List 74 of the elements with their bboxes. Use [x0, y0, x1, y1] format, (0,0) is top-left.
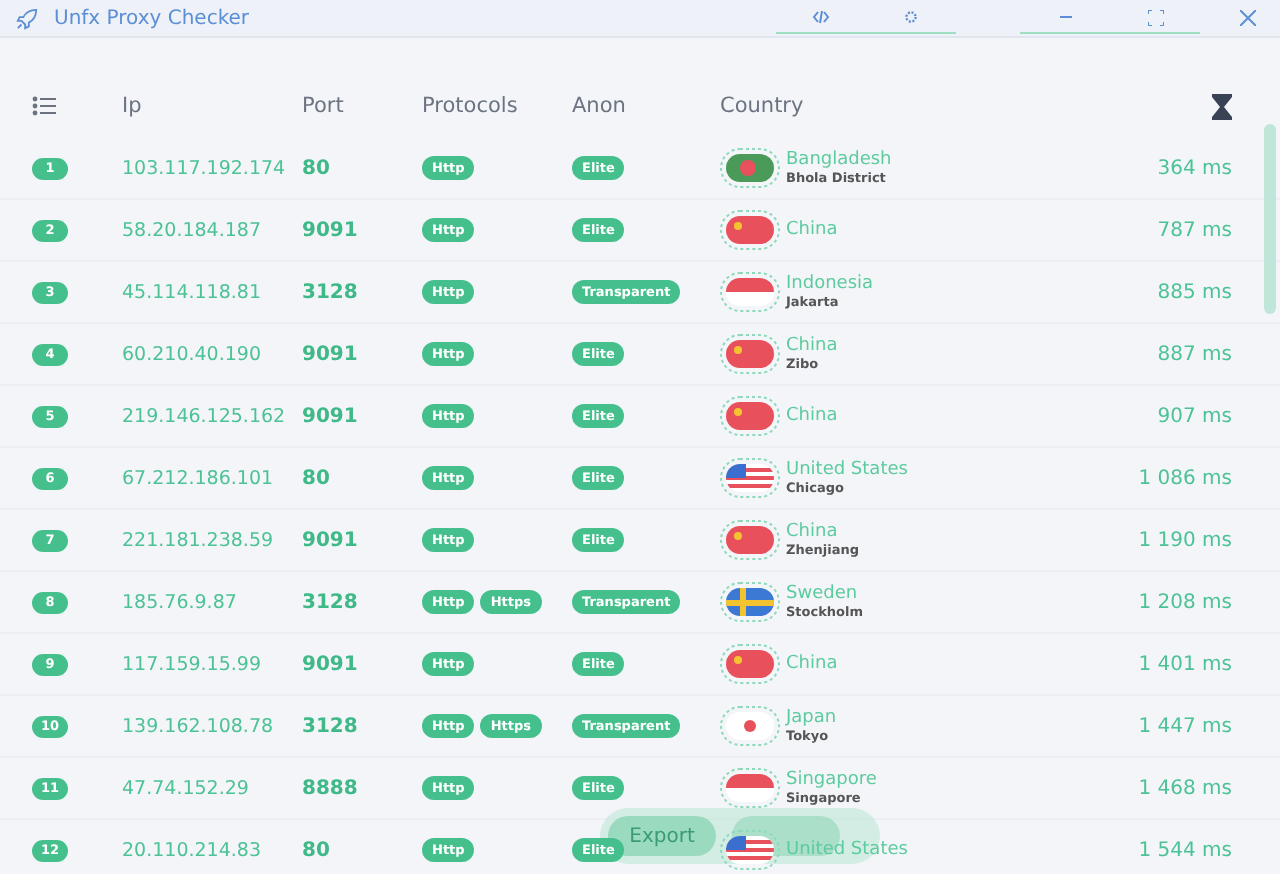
- flag-icon: [720, 148, 780, 188]
- country-name: Bangladesh: [786, 150, 892, 170]
- ip-address: 221.181.238.59: [122, 529, 276, 551]
- flag-icon: [720, 458, 780, 498]
- column-header[interactable]: Ip: [122, 94, 302, 118]
- country-name: China: [786, 406, 838, 426]
- ip-address: 67.212.186.101: [122, 467, 276, 489]
- country-name: Singapore: [786, 770, 877, 790]
- list-icon[interactable]: [32, 96, 56, 116]
- response-time: 887 ms: [1157, 343, 1232, 365]
- port-number: 3128: [302, 715, 360, 737]
- port-number: 9091: [302, 343, 360, 365]
- ip-address: 117.159.15.99: [122, 653, 264, 675]
- response-time: 364 ms: [1157, 157, 1232, 179]
- port-number: 9091: [302, 529, 360, 551]
- window-title: Unfx Proxy Checker: [54, 7, 250, 29]
- flag-icon: [720, 272, 780, 312]
- response-time: 1 190 ms: [1138, 529, 1232, 551]
- country-name: Sweden: [786, 584, 860, 604]
- country-name: China: [786, 336, 838, 356]
- response-time: 885 ms: [1157, 281, 1232, 303]
- ip-address: 139.162.108.78: [122, 715, 276, 737]
- rocket-icon: [16, 7, 38, 29]
- port-number: 3128: [302, 591, 360, 613]
- flag-icon: [720, 210, 780, 250]
- port-number: 9091: [302, 219, 360, 241]
- hourglass-icon[interactable]: [1212, 93, 1232, 119]
- column-header[interactable]: Country: [720, 94, 1212, 118]
- flag-icon: [720, 768, 780, 808]
- response-time: 1 447 ms: [1138, 715, 1232, 737]
- response-time: 1 401 ms: [1138, 653, 1232, 675]
- maximize-icon: [1147, 9, 1163, 25]
- response-time: 907 ms: [1157, 405, 1232, 427]
- port-number: 80: [302, 839, 332, 861]
- country-name: Japan: [786, 708, 837, 728]
- country-name: China: [786, 220, 838, 240]
- flag-icon: [720, 582, 780, 622]
- response-time: 1 468 ms: [1138, 777, 1232, 799]
- response-time: 1 544 ms: [1138, 839, 1232, 861]
- response-time: 1 086 ms: [1138, 467, 1232, 489]
- response-time: 1 208 ms: [1138, 591, 1232, 613]
- ip-address: 20.110.214.83: [122, 839, 264, 861]
- country-name: United States: [786, 460, 908, 480]
- port-number: 80: [302, 157, 332, 179]
- settings-icon: [904, 10, 918, 24]
- scrollbar[interactable]: [1264, 124, 1276, 314]
- close-icon: [1240, 10, 1256, 26]
- response-time: 787 ms: [1157, 219, 1232, 241]
- column-header[interactable]: Port: [302, 94, 422, 118]
- ip-address: 47.74.152.29: [122, 777, 251, 799]
- column-header[interactable]: Protocols: [422, 94, 572, 118]
- flag-icon: [720, 644, 780, 684]
- ip-address: 58.20.184.187: [122, 219, 264, 241]
- port-number: 9091: [302, 653, 360, 675]
- port-number: 80: [302, 467, 332, 489]
- country-name: China: [786, 522, 840, 542]
- port-number: 8888: [302, 777, 360, 799]
- country-name: Indonesia: [786, 274, 874, 294]
- code-icon: [812, 10, 830, 24]
- ip-address: 185.76.9.87: [122, 591, 239, 613]
- port-number: 3128: [302, 281, 360, 303]
- ip-address: 103.117.192.174: [122, 157, 288, 179]
- ip-address: 45.114.118.81: [122, 281, 264, 303]
- flag-icon: [720, 334, 780, 374]
- country-name: China: [786, 654, 838, 674]
- column-header[interactable]: Anon: [572, 94, 720, 118]
- ip-address: 219.146.125.162: [122, 405, 288, 427]
- minimize-icon: [1059, 15, 1071, 19]
- flag-icon: [720, 520, 780, 560]
- flag-icon: [720, 706, 780, 746]
- country-name: United States: [786, 840, 908, 860]
- ip-address: 60.210.40.190: [122, 343, 264, 365]
- flag-icon: [720, 396, 780, 436]
- port-number: 9091: [302, 405, 360, 427]
